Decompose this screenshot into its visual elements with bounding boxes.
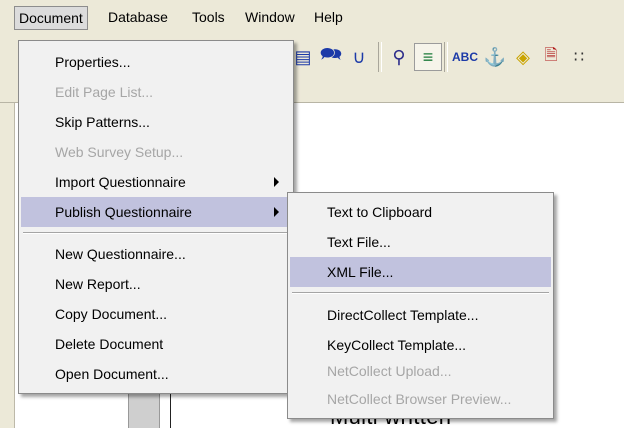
menu-item-netcollect-browser-preview: NetCollect Browser Preview... <box>290 384 551 414</box>
menu-separator <box>292 292 549 294</box>
menu-item-label: Import Questionnaire <box>55 174 186 190</box>
toolbar-separator <box>444 42 448 72</box>
menu-item-label: Delete Document <box>55 336 164 352</box>
menu-item-label: Text to Clipboard <box>327 204 433 220</box>
menu-item-directcollect-template[interactable]: DirectCollect Template... <box>290 300 551 330</box>
submenu-arrow-icon <box>274 177 279 187</box>
menu-item-label: Copy Document... <box>55 306 168 322</box>
speech-bubble-icon[interactable]: 🗪 <box>318 44 344 70</box>
menu-tools-label: Tools <box>192 9 225 25</box>
document-menu: Properties... Edit Page List... Skip Pat… <box>18 40 294 394</box>
menu-window[interactable]: Window <box>241 7 299 27</box>
menu-help-label: Help <box>314 9 343 25</box>
menu-item-text-file[interactable]: Text File... <box>290 227 551 257</box>
menu-item-label: NetCollect Browser Preview... <box>327 391 512 407</box>
menu-item-netcollect-upload: NetCollect Upload... <box>290 356 551 386</box>
menu-item-properties[interactable]: Properties... <box>21 47 291 77</box>
menu-item-web-survey-setup: Web Survey Setup... <box>21 137 291 167</box>
menu-item-label: Properties... <box>55 54 131 70</box>
toolbar-separator <box>378 42 382 72</box>
menu-item-new-questionnaire[interactable]: New Questionnaire... <box>21 239 291 269</box>
eraser-icon[interactable]: ◈ <box>510 44 536 70</box>
menu-item-label: NetCollect Upload... <box>327 363 452 379</box>
edit-icon[interactable]: ∷ <box>566 44 592 70</box>
menu-window-label: Window <box>245 9 295 25</box>
document-icon[interactable]: 🗎 <box>538 44 564 70</box>
menu-item-label: Web Survey Setup... <box>55 144 184 160</box>
menu-item-new-report[interactable]: New Report... <box>21 269 291 299</box>
tree-view-icon[interactable]: ≡ <box>414 43 442 71</box>
menu-database[interactable]: Database <box>104 7 172 27</box>
glasses-icon[interactable]: ∪ <box>346 44 372 70</box>
spellcheck-icon[interactable]: ABC <box>452 44 478 70</box>
menu-item-label: Text File... <box>327 234 391 250</box>
menu-item-delete-document[interactable]: Delete Document <box>21 329 291 359</box>
left-panel-strip <box>0 103 15 428</box>
menu-item-label: Publish Questionnaire <box>55 204 192 220</box>
publish-submenu: Text to Clipboard Text File... XML File.… <box>287 192 554 419</box>
menu-item-xml-file[interactable]: XML File... <box>290 257 551 287</box>
menu-help[interactable]: Help <box>310 7 347 27</box>
menu-item-open-document[interactable]: Open Document... <box>21 359 291 389</box>
menu-item-publish-questionnaire[interactable]: Publish Questionnaire <box>21 197 291 227</box>
menu-database-label: Database <box>108 9 168 25</box>
menu-item-skip-patterns[interactable]: Skip Patterns... <box>21 107 291 137</box>
menu-item-label: XML File... <box>327 264 394 280</box>
menu-item-edit-page-list: Edit Page List... <box>21 77 291 107</box>
menu-separator <box>23 232 289 234</box>
menu-item-label: Edit Page List... <box>55 84 154 100</box>
menu-item-label: Open Document... <box>55 366 169 382</box>
menu-item-label: Skip Patterns... <box>55 114 150 130</box>
menu-item-label: DirectCollect Template... <box>327 307 479 323</box>
menu-item-label: New Questionnaire... <box>55 246 186 262</box>
menu-document[interactable]: Document <box>14 6 88 30</box>
anchor-icon[interactable]: ⚓ <box>482 44 508 70</box>
menu-item-import-questionnaire[interactable]: Import Questionnaire <box>21 167 291 197</box>
menu-item-copy-document[interactable]: Copy Document... <box>21 299 291 329</box>
menu-tools[interactable]: Tools <box>188 7 229 27</box>
menu-item-text-to-clipboard[interactable]: Text to Clipboard <box>290 197 551 227</box>
submenu-arrow-icon <box>274 207 279 217</box>
menu-document-label: Document <box>19 10 83 26</box>
magnifier-icon[interactable]: ⚲ <box>386 44 412 70</box>
menubar: Document Database Tools Window Help <box>0 0 624 33</box>
menu-item-label: New Report... <box>55 276 141 292</box>
menu-item-label: KeyCollect Template... <box>327 337 467 353</box>
